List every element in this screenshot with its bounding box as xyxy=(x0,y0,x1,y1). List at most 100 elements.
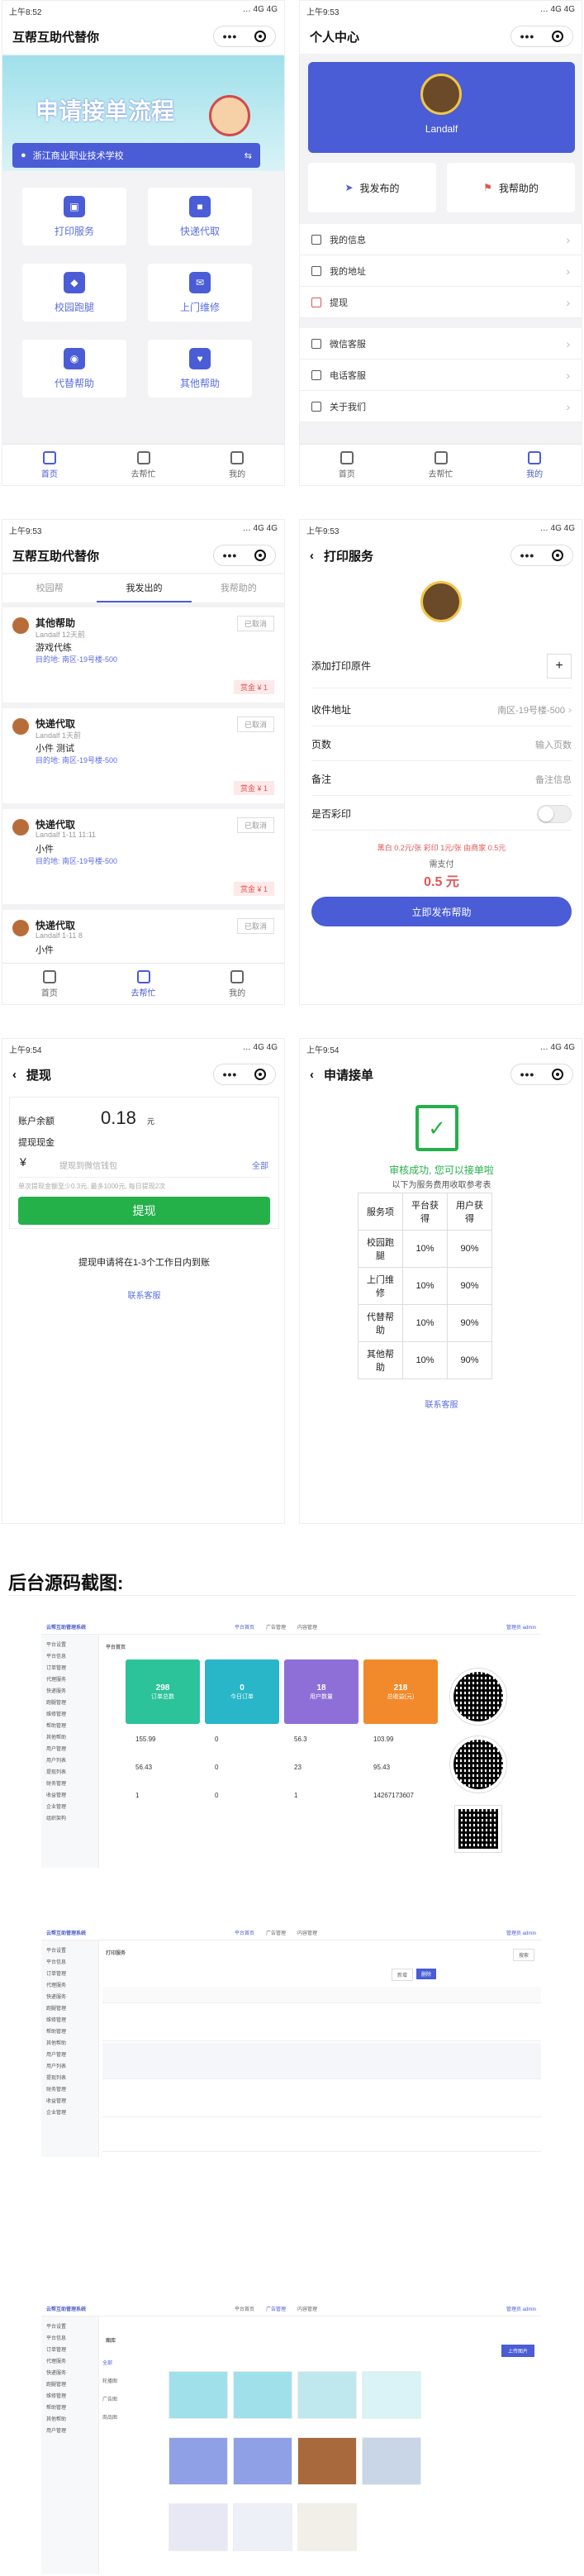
submit-button[interactable]: 立即发布帮助 xyxy=(311,897,572,926)
contact-service-link[interactable]: 联系客服 xyxy=(300,1398,582,1410)
admin-user[interactable]: 管理员 admin xyxy=(506,1929,536,1936)
express-pickup-button[interactable]: ■ 快递代取 xyxy=(148,188,252,245)
table-row[interactable] xyxy=(102,2005,541,2041)
note-input[interactable]: 备注信息 xyxy=(535,773,572,786)
table-row[interactable] xyxy=(102,2119,541,2152)
menu-wechat-service[interactable]: 微信客服 › xyxy=(300,328,582,359)
menu-withdraw[interactable]: 提现 › xyxy=(300,287,582,318)
image-thumbnail[interactable] xyxy=(362,2371,421,2419)
sidebar-item[interactable]: 代理服务 xyxy=(46,1980,93,1992)
more-icon[interactable]: ••• xyxy=(223,1068,238,1081)
close-icon[interactable] xyxy=(254,550,267,561)
contact-service-link[interactable]: 联系客服 xyxy=(2,1288,284,1301)
admin-user[interactable]: 管理员 admin xyxy=(506,2305,536,2312)
my-posts-button[interactable]: ➤ 我发布的 xyxy=(308,163,436,212)
sidebar-item[interactable]: 平台设置 xyxy=(46,2321,93,2333)
sidebar-item[interactable]: 维修管理 xyxy=(46,2015,93,2026)
image-thumbnail[interactable] xyxy=(362,2437,421,2485)
campus-errand-button[interactable]: ◆ 校园跑腿 xyxy=(22,264,126,321)
back-icon[interactable]: ‹ xyxy=(310,1068,314,1082)
close-icon[interactable] xyxy=(552,550,564,561)
sidebar-item[interactable]: 收益管理 xyxy=(46,2096,93,2107)
home-repair-button[interactable]: ✉ 上门维修 xyxy=(148,264,252,321)
mini-capsule[interactable]: ••• xyxy=(213,545,276,566)
sidebar-item[interactable]: 企业管理 xyxy=(46,1802,93,1813)
close-icon[interactable] xyxy=(552,1069,564,1080)
sidebar-item[interactable]: 提现列表 xyxy=(46,1767,93,1778)
my-helped-button[interactable]: ⚑ 我帮助的 xyxy=(447,163,575,212)
sidebar-item[interactable]: 企业管理 xyxy=(46,2107,93,2119)
pages-row[interactable]: 页数 输入页数 xyxy=(311,728,572,761)
nav-home[interactable]: 平台首页 xyxy=(235,1929,254,1936)
image-thumbnail[interactable] xyxy=(169,2503,228,2551)
tab-mine[interactable]: 我的 xyxy=(487,445,582,485)
mini-capsule[interactable]: ••• xyxy=(213,26,276,47)
nav-content[interactable]: 内容管理 xyxy=(297,2305,317,2312)
sidebar-item[interactable]: 平台信息 xyxy=(46,1957,93,1969)
add-button[interactable]: 新增 xyxy=(392,1969,414,1981)
sidebar-item[interactable]: 财务管理 xyxy=(46,2084,93,2096)
print-service-button[interactable]: ▣ 打印服务 xyxy=(22,188,126,245)
more-icon[interactable]: ••• xyxy=(520,30,535,43)
sidebar-item[interactable]: 订单管理 xyxy=(46,1969,93,1980)
close-icon[interactable] xyxy=(254,31,267,42)
plus-icon[interactable]: + xyxy=(547,653,572,679)
sidebar-item[interactable]: 代理服务 xyxy=(46,2356,93,2368)
tab-help[interactable]: 去帮忙 xyxy=(97,964,191,1004)
image-thumbnail[interactable] xyxy=(297,2371,357,2419)
sidebar-item[interactable]: 其他帮助 xyxy=(46,2038,93,2050)
admin-user[interactable]: 管理员 admin xyxy=(506,1623,536,1631)
sidebar-item[interactable]: 快递服务 xyxy=(46,1992,93,2003)
nav-ads[interactable]: 广告管理 xyxy=(266,1929,286,1936)
nav-content[interactable]: 内容管理 xyxy=(297,1623,317,1631)
nav-ads[interactable]: 广告管理 xyxy=(266,2305,286,2312)
sidebar-item[interactable]: 平台信息 xyxy=(46,1651,93,1663)
tab-campus[interactable]: 校园帮 xyxy=(2,574,97,602)
address-row[interactable]: 收件地址 南区-19号楼-500 › xyxy=(311,693,572,726)
tab-mine[interactable]: 我的 xyxy=(190,445,284,485)
sidebar-item[interactable]: 帮助管理 xyxy=(46,1721,93,1732)
table-row[interactable] xyxy=(102,1987,541,2003)
sidebar-item[interactable]: 跑腿管理 xyxy=(46,1697,93,1709)
nav-content[interactable]: 内容管理 xyxy=(297,1929,317,1936)
menu-phone-service[interactable]: 电话客服 › xyxy=(300,359,582,391)
upload-button[interactable]: 上传图片 xyxy=(501,2345,534,2357)
sidebar-item[interactable]: 订单管理 xyxy=(46,1663,93,1674)
list-item[interactable]: 快递代取 Landalf 1-11 8 小件 已取消 xyxy=(2,910,284,968)
sidebar-item[interactable]: 平台设置 xyxy=(46,1640,93,1651)
image-thumbnail[interactable] xyxy=(169,2437,228,2485)
sidebar-item[interactable]: 财务管理 xyxy=(46,1778,93,1790)
tab-help[interactable]: 去帮忙 xyxy=(394,445,488,485)
category-item[interactable]: 广告图 xyxy=(102,2391,160,2409)
back-icon[interactable]: ‹ xyxy=(12,1068,17,1082)
close-icon[interactable] xyxy=(552,31,564,42)
sidebar-item[interactable]: 维修管理 xyxy=(46,1709,93,1721)
tab-mine[interactable]: 我的 xyxy=(190,964,284,1004)
tab-helped[interactable]: 我帮助的 xyxy=(192,574,284,602)
school-selector[interactable]: ● 浙江商业职业技术学校 ⇆ xyxy=(12,143,260,168)
menu-my-info[interactable]: 我的信息 › xyxy=(300,224,582,255)
note-row[interactable]: 备注 备注信息 xyxy=(311,763,572,796)
nav-ads[interactable]: 广告管理 xyxy=(266,1623,286,1631)
nav-home[interactable]: 平台首页 xyxy=(235,2305,254,2312)
sidebar-item[interactable]: 收益管理 xyxy=(46,1790,93,1802)
sidebar-item[interactable]: 用户管理 xyxy=(46,2426,93,2437)
sidebar-item[interactable]: 用户列表 xyxy=(46,2061,93,2073)
other-help-button[interactable]: ♥ 其他帮助 xyxy=(148,340,252,398)
sidebar-item[interactable]: 帮助管理 xyxy=(46,2026,93,2038)
menu-my-address[interactable]: 我的地址 › xyxy=(300,255,582,287)
sidebar-item[interactable]: 其他帮助 xyxy=(46,1732,93,1744)
nav-home[interactable]: 平台首页 xyxy=(235,1623,254,1631)
tab-home[interactable]: 首页 xyxy=(2,964,97,1004)
sidebar-item[interactable]: 平台信息 xyxy=(46,2333,93,2345)
mini-capsule[interactable]: ••• xyxy=(510,26,573,47)
list-item[interactable]: 其他帮助 Landalf 12天前 游戏代练 目的地: 南区-19号楼-500 … xyxy=(2,607,284,702)
sidebar-item[interactable]: 帮助管理 xyxy=(46,2402,93,2414)
image-thumbnail[interactable] xyxy=(233,2503,292,2551)
menu-about[interactable]: 关于我们 › xyxy=(300,391,582,422)
tab-home[interactable]: 首页 xyxy=(2,445,97,485)
list-item[interactable]: 快递代取 Landalf 1天前 小件 测试 目的地: 南区-19号楼-500 … xyxy=(2,708,284,803)
pages-input[interactable]: 输入页数 xyxy=(535,738,572,751)
sidebar-item[interactable]: 平台设置 xyxy=(46,1945,93,1957)
sidebar-item[interactable]: 用户列表 xyxy=(46,1755,93,1767)
